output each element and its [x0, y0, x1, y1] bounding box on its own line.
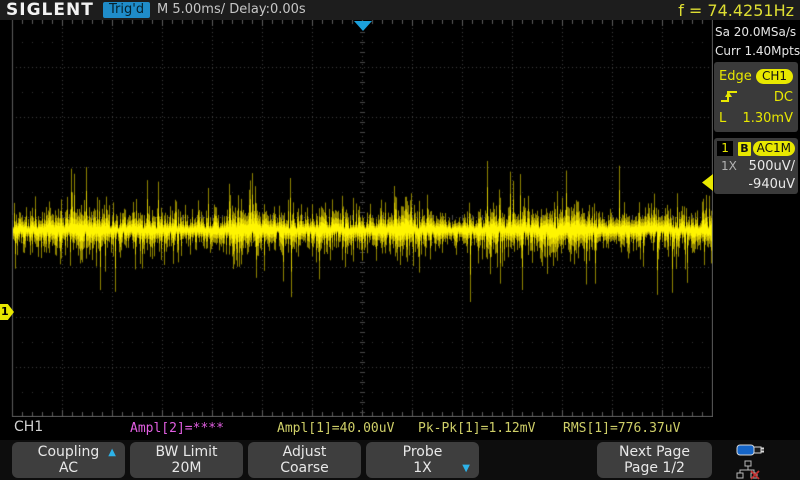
coupling-button[interactable]: Coupling AC ▲: [12, 442, 125, 478]
adjust-button[interactable]: Adjust Coarse: [248, 442, 361, 478]
volts-per-div-readout: 500uV/: [749, 159, 795, 174]
trigger-level-label: L: [719, 111, 726, 126]
bw-limit-button[interactable]: BW Limit 20M: [130, 442, 243, 478]
next-page-button-label: Next Page: [597, 444, 712, 460]
trigger-status-badge: Trig'd: [103, 2, 150, 18]
probe-button[interactable]: Probe 1X ▼: [366, 442, 479, 478]
memory-depth-readout: Curr 1.40Mpts: [715, 44, 800, 58]
channel-number-chip: 1: [717, 141, 733, 156]
oscilloscope-screen: SIGLENT Trig'd M 5.00ms/ Delay:0.00s f =…: [0, 0, 800, 480]
waveform-canvas: [0, 20, 713, 417]
channel-offset-readout: -940uV: [748, 177, 795, 192]
adjust-button-value: Coarse: [248, 460, 361, 476]
measurement-rms1: RMS[1]=776.37uV: [563, 421, 680, 436]
sidebar: Sa 20.0MSa/s Curr 1.40Mpts Edge CH1 DC L…: [713, 20, 800, 417]
measurement-pkpk1: Pk-Pk[1]=1.12mV: [418, 421, 535, 436]
sample-rate-readout: Sa 20.0MSa/s: [715, 25, 796, 39]
lan-disconnected-icon: [736, 460, 796, 480]
waveform-display: [0, 20, 713, 417]
probe-attenuation-label: 1X: [721, 159, 737, 173]
trigger-coupling-label: DC: [774, 90, 793, 105]
trigger-type-label: Edge: [719, 69, 752, 84]
bw-limit-button-label: BW Limit: [130, 444, 243, 460]
brand-logo: SIGLENT: [6, 0, 94, 20]
timebase-readout[interactable]: M 5.00ms/ Delay:0.00s: [157, 0, 306, 20]
arrow-icon: ▼: [462, 463, 470, 474]
bw-limit-button-value: 20M: [130, 460, 243, 476]
next-page-button-value: Page 1/2: [597, 460, 712, 476]
coupling-button-value: AC: [12, 460, 125, 476]
measurement-ampl1: Ampl[1]=40.00uV: [277, 421, 394, 436]
trigger-level-value: 1.30mV: [742, 111, 793, 126]
input-coupling-badge: AC1M: [753, 141, 795, 156]
trigger-panel[interactable]: Edge CH1 DC L 1.30mV: [714, 62, 798, 132]
channel1-panel[interactable]: 1 B AC1M 1X 500uV/ -940uV: [714, 138, 798, 194]
header-bar: SIGLENT Trig'd M 5.00ms/ Delay:0.00s f =…: [0, 0, 800, 20]
next-page-button[interactable]: Next Page Page 1/2: [597, 442, 712, 478]
bandwidth-limit-badge: B: [738, 142, 750, 156]
arrow-icon: ▲: [108, 447, 116, 458]
adjust-button-label: Adjust: [248, 444, 361, 460]
status-icons: [736, 442, 796, 480]
trigger-position-marker[interactable]: [354, 21, 372, 31]
softkey-menu-bar: Coupling AC ▲ BW Limit 20M Adjust Coarse…: [0, 440, 800, 480]
rising-edge-icon: [719, 88, 739, 108]
frequency-counter: f = 74.4251Hz: [678, 0, 794, 22]
active-channel-label: CH1: [14, 419, 43, 435]
probe-button-label: Probe: [366, 444, 479, 460]
measurement-bar: CH1 Ampl[2]=**** Ampl[1]=40.00uV Pk-Pk[1…: [0, 417, 713, 440]
trigger-source-badge: CH1: [756, 69, 793, 84]
measurement-ampl2: Ampl[2]=****: [130, 421, 224, 436]
